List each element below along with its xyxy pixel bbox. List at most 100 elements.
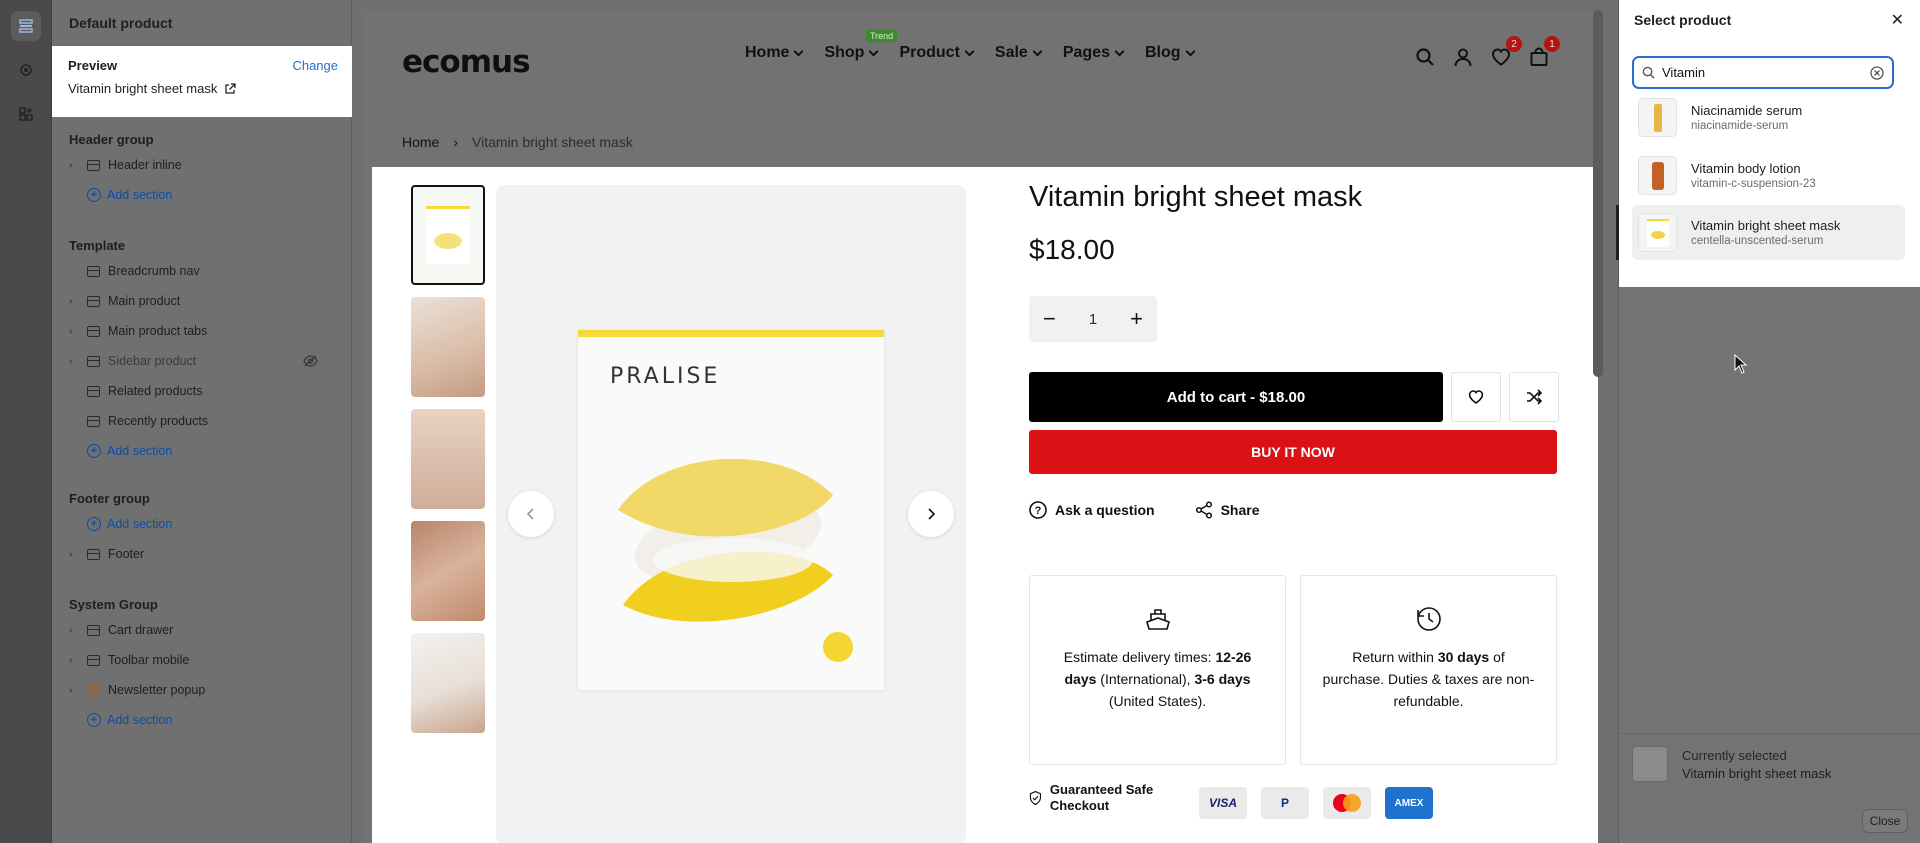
section-item-toolbar-mobile[interactable]: › Toolbar mobile (52, 645, 352, 675)
store-logo[interactable]: ecomus (402, 44, 531, 80)
compare-button[interactable] (1509, 372, 1559, 422)
close-icon[interactable]: ✕ (1891, 10, 1904, 30)
section-item-breadcrumb-nav[interactable]: Breadcrumb nav (52, 256, 352, 286)
nav-shop[interactable]: Shop (824, 44, 879, 62)
visa-icon: VISA (1199, 787, 1247, 819)
thumbnail-5[interactable] (411, 633, 485, 733)
template-group: Template Breadcrumb nav › Main product ›… (52, 236, 352, 466)
section-label: Header inline (108, 158, 182, 172)
product-result-handle: niacinamide-serum (1691, 120, 1789, 132)
chevron-right-icon[interactable]: › (69, 625, 83, 636)
delivery-text-4: 3-6 days (1194, 671, 1251, 687)
add-section-button[interactable]: + Add section (52, 509, 352, 539)
account-icon[interactable] (1450, 44, 1476, 70)
hidden-eye-icon[interactable] (303, 355, 318, 367)
product-result-1[interactable]: Niacinamide serum niacinamide-serum (1632, 90, 1905, 145)
product-search-input[interactable]: Vitamin (1632, 56, 1894, 89)
product-result-3[interactable]: Vitamin bright sheet mask centella-unsce… (1632, 205, 1905, 260)
section-item-main-product-tabs[interactable]: › Main product tabs (52, 316, 352, 346)
nav-pages[interactable]: Pages (1063, 44, 1125, 62)
add-section-button[interactable]: + Add section (52, 705, 352, 735)
chevron-right-icon[interactable]: › (69, 326, 83, 337)
share-link[interactable]: Share (1195, 501, 1260, 519)
select-product-panel: Select product ✕ Vitamin Niacinamide ser… (1616, 0, 1920, 843)
wishlist-count-badge: 2 (1506, 36, 1522, 52)
settings-gear-icon[interactable] (11, 55, 41, 85)
product-result-2[interactable]: Vitamin body lotion vitamin-c-suspension… (1632, 148, 1905, 203)
chevron-right-icon[interactable]: › (69, 356, 83, 367)
change-preview-link[interactable]: Change (292, 58, 338, 73)
chevron-left-icon (526, 508, 534, 520)
cart-bag-icon[interactable]: 1 (1526, 36, 1560, 70)
chevron-right-icon[interactable]: › (69, 296, 83, 307)
add-to-cart-button[interactable]: Add to cart - $18.00 (1029, 372, 1443, 422)
nav-sale[interactable]: Sale (995, 44, 1043, 62)
next-image-button[interactable] (908, 491, 954, 537)
share-icon (1195, 501, 1212, 519)
chevron-right-icon[interactable]: › (69, 685, 83, 696)
section-item-cart-drawer[interactable]: › Cart drawer (52, 615, 352, 645)
plus-icon[interactable]: + (1130, 306, 1143, 332)
chevron-right-icon[interactable]: › (69, 655, 83, 666)
thumbnail-list (411, 185, 485, 745)
selected-indicator (1616, 205, 1619, 260)
preview-product[interactable]: Vitamin bright sheet mask (68, 81, 336, 96)
mouse-cursor-icon (1734, 354, 1748, 374)
nav-home[interactable]: Home (745, 44, 804, 62)
section-item-main-product[interactable]: › Main product (52, 286, 352, 316)
preview-scrollbar[interactable] (1593, 10, 1603, 377)
shield-check-icon (1029, 790, 1042, 806)
section-item-newsletter-popup[interactable]: › Newsletter popup (52, 675, 352, 705)
thumbnail-2[interactable] (411, 297, 485, 397)
section-item-footer[interactable]: › Footer (52, 539, 352, 569)
section-icon (87, 159, 100, 171)
prev-image-button[interactable] (508, 491, 554, 537)
wishlist-button[interactable] (1451, 372, 1501, 422)
close-button[interactable]: Close (1862, 809, 1908, 833)
add-section-label: Add section (107, 713, 173, 727)
return-text-1: Return within (1352, 649, 1438, 665)
clear-search-icon[interactable] (1870, 65, 1884, 80)
nav-label: Home (745, 44, 790, 61)
mastercard-icon (1323, 787, 1371, 819)
section-item-related-products[interactable]: Related products (52, 376, 352, 406)
section-item-sidebar-product[interactable]: › Sidebar product (52, 346, 352, 376)
section-item-recently-products[interactable]: Recently products (52, 406, 352, 436)
search-icon[interactable] (1412, 44, 1438, 70)
section-title: Header group (69, 132, 154, 147)
thumbnail-1[interactable] (411, 185, 485, 285)
section-item-header-inline[interactable]: › Header inline (52, 150, 352, 180)
wishlist-heart-icon[interactable]: 2 (1488, 36, 1522, 70)
chevron-down-icon (869, 46, 879, 56)
sections-icon[interactable] (11, 11, 41, 41)
minus-icon[interactable]: − (1043, 306, 1056, 332)
thumbnail-3[interactable] (411, 409, 485, 509)
nav-product[interactable]: Product (899, 44, 975, 62)
nav-blog[interactable]: Blog (1145, 44, 1195, 62)
chevron-right-icon[interactable]: › (69, 160, 83, 171)
paypal-icon: P (1261, 787, 1309, 819)
product-price: $18.00 (1029, 234, 1115, 265)
quantity-stepper: − 1 + (1029, 296, 1157, 342)
chevron-down-icon (1185, 46, 1195, 56)
section-icon (87, 385, 100, 397)
picker-title: Select product (1634, 12, 1732, 28)
product-result-name: Vitamin body lotion (1691, 161, 1801, 176)
breadcrumb-home[interactable]: Home (402, 134, 439, 150)
apps-icon[interactable] (11, 99, 41, 129)
currently-selected-label: Currently selected (1682, 748, 1787, 763)
preview-product-name: Vitamin bright sheet mask (68, 81, 218, 96)
ask-question-link[interactable]: ? Ask a question (1029, 501, 1155, 519)
preview-canvas: ecomus Home Shop Product Sale Pages Blog… (352, 0, 1618, 843)
add-section-button[interactable]: + Add section (52, 180, 352, 210)
delivery-text-5: (United States). (1108, 693, 1207, 709)
section-icon (87, 624, 100, 636)
add-section-button[interactable]: + Add section (52, 436, 352, 466)
quantity-value[interactable]: 1 (1089, 311, 1097, 328)
product-result-name: Niacinamide serum (1691, 103, 1803, 118)
thumbnail-4[interactable] (411, 521, 485, 621)
chevron-right-icon[interactable]: › (69, 549, 83, 560)
buy-it-now-button[interactable]: BUY IT NOW (1029, 430, 1557, 474)
breadcrumb-current: Vitamin bright sheet mask (472, 134, 633, 150)
delivery-text-3: (International), (1096, 671, 1195, 687)
